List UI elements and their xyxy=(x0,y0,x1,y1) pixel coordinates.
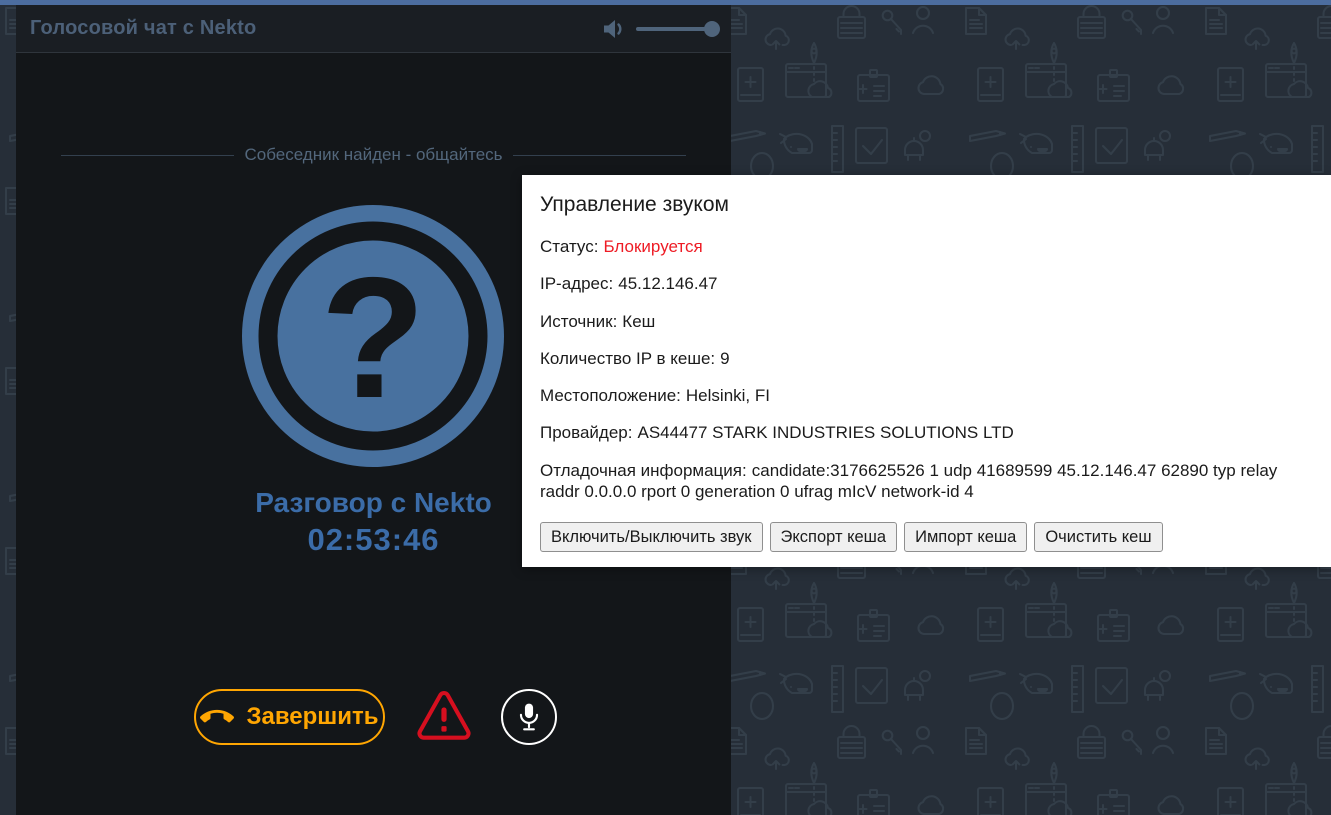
info-row-source: Источник: Кеш xyxy=(540,311,1313,332)
question-mark-glyph: ? xyxy=(320,242,425,434)
microphone-icon xyxy=(519,703,539,731)
screen: Голосовой чат с Nekto Собеседник найден … xyxy=(0,0,1331,815)
call-controls: Завершить xyxy=(194,688,557,746)
volume-slider-knob[interactable] xyxy=(704,20,720,37)
divider-line xyxy=(512,154,686,156)
speaker-icon xyxy=(604,19,622,38)
export-cache-button[interactable]: Экспорт кеша xyxy=(769,522,898,552)
end-call-button[interactable]: Завершить xyxy=(194,689,385,745)
connection-warning[interactable] xyxy=(415,688,473,746)
avatar: ? xyxy=(242,205,504,467)
status-banner: Собеседник найден - общайтесь xyxy=(244,145,503,164)
info-label: Провайдер: xyxy=(540,423,633,443)
info-row-ip: IP-адрес: 45.12.146.47 xyxy=(540,273,1313,294)
status-value: Блокируется xyxy=(603,237,703,256)
info-row-cache-count: Количество IP в кеше: 9 xyxy=(540,348,1313,369)
cache-count-value: 9 xyxy=(720,348,730,368)
warning-triangle-icon xyxy=(417,690,471,740)
divider-line xyxy=(61,154,235,156)
info-label: Местоположение: xyxy=(540,386,681,405)
info-row-status: Статус: Блокируется xyxy=(540,236,1313,257)
provider-value: AS44477 STARK INDUSTRIES SOLUTIONS LTD xyxy=(637,423,1014,443)
phone-hangup-icon xyxy=(200,709,235,723)
location-value: Helsinki, FI xyxy=(685,386,770,405)
sound-panel-buttons: Включить/Выключить звук Экспорт кеша Имп… xyxy=(540,522,1313,552)
import-cache-button[interactable]: Импорт кеша xyxy=(904,522,1028,552)
info-row-provider: Провайдер: AS44477 STARK INDUSTRIES SOLUT… xyxy=(540,422,1313,443)
sound-panel: Управление звуком Статус: Блокируется IP-… xyxy=(522,175,1331,567)
volume-slider[interactable] xyxy=(636,20,720,37)
info-label: Источник: xyxy=(540,311,618,331)
info-label: Статус: xyxy=(540,237,599,256)
chat-title: Голосовой чат с Nekto xyxy=(30,17,257,39)
info-label: IP-адрес: xyxy=(540,274,614,294)
chat-header: Голосовой чат с Nekto xyxy=(16,5,731,53)
info-row-location: Местоположение: Helsinki, FI xyxy=(540,385,1313,406)
volume-control xyxy=(602,18,720,40)
top-accent-strip xyxy=(0,0,1331,5)
info-label: Отладочная информация: xyxy=(540,460,747,480)
source-value: Кеш xyxy=(622,311,656,331)
sound-panel-title: Управление звуком xyxy=(540,193,729,216)
status-divider: Собеседник найден - общайтесь xyxy=(16,145,731,165)
clear-cache-button[interactable]: Очистить кеш xyxy=(1034,522,1163,552)
info-label: Количество IP в кеше: xyxy=(540,348,716,368)
mic-button[interactable] xyxy=(501,689,557,745)
ip-value: 45.12.146.47 xyxy=(618,274,718,294)
toggle-sound-button[interactable]: Включить/Выключить звук xyxy=(540,522,763,552)
end-call-label: Завершить xyxy=(246,703,379,730)
info-row-debug: Отладочная информация: candidate:31766255… xyxy=(540,460,1313,503)
